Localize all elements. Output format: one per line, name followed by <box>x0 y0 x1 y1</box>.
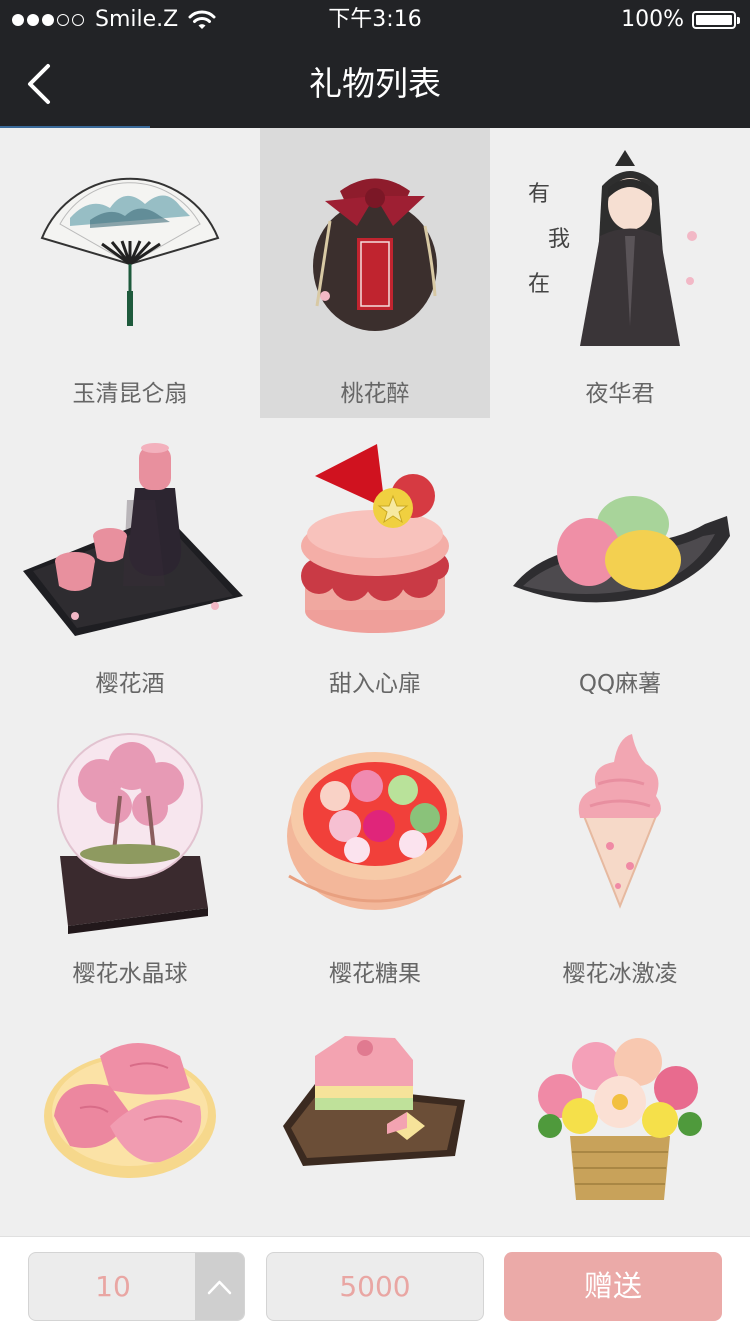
svg-text:我: 我 <box>548 227 570 252</box>
gift-item-mochi[interactable]: QQ麻薯 <box>490 418 750 708</box>
gift-item-fan[interactable]: 玉清昆仑扇 <box>0 128 260 418</box>
gift-name: 桃花醉 <box>340 381 410 407</box>
gift-grid: 玉清昆仑扇 桃花醉 有 我 在 夜华君 樱花酒 甜入心扉 QQ麻薯 樱花水晶球 … <box>0 128 750 1236</box>
gift-item-cake[interactable] <box>260 998 490 1236</box>
page-title: 礼物列表 <box>309 64 441 103</box>
top-bar: Smile.Z 下午3:16 100% 礼物列表 <box>0 0 750 128</box>
layer-cake-icon <box>283 1036 465 1166</box>
ice-cream-cone-icon <box>578 734 661 909</box>
quantity-stepper: 10 <box>28 1252 245 1321</box>
snow-globe-icon <box>57 733 208 934</box>
bottom-bar: 10 5000 赠送 <box>0 1236 750 1334</box>
gift-name: 樱花糖果 <box>329 961 421 987</box>
gift-item-ice-cream[interactable]: 樱花冰激凌 <box>490 708 750 998</box>
battery-percent: 100% <box>621 7 684 32</box>
status-bar: Smile.Z 下午3:16 100% <box>0 0 750 40</box>
gift-name: 樱花冰激凌 <box>562 961 678 987</box>
gift-name: 樱花水晶球 <box>72 961 188 987</box>
gift-item-wine-jar[interactable]: 桃花醉 <box>260 128 490 418</box>
gift-item-taiyaki[interactable] <box>0 998 260 1236</box>
gift-item-candy-box[interactable]: 樱花糖果 <box>260 708 490 998</box>
character-figure-icon: 有 我 在 <box>528 150 697 346</box>
folding-fan-icon <box>40 177 220 326</box>
svg-text:有: 有 <box>528 182 550 207</box>
gift-name: 夜华君 <box>585 381 655 407</box>
gift-name: 甜入心扉 <box>329 671 421 697</box>
quantity-up-button[interactable] <box>195 1253 244 1320</box>
gift-name: 玉清昆仑扇 <box>72 381 188 407</box>
mochi-plate-icon <box>513 496 730 603</box>
gift-name: QQ麻薯 <box>578 671 662 697</box>
send-button[interactable]: 赠送 <box>504 1252 722 1321</box>
battery-icon <box>692 11 740 29</box>
candy-box-icon <box>287 752 463 910</box>
gift-item-character[interactable]: 有 我 在 夜华君 <box>490 128 750 418</box>
gift-name: 樱花酒 <box>95 671 165 697</box>
svg-text:在: 在 <box>528 272 550 297</box>
price-display: 5000 <box>266 1252 484 1321</box>
navigation-bar: 礼物列表 <box>0 40 750 128</box>
chevron-up-icon <box>207 1280 232 1295</box>
gift-item-macaron[interactable]: 甜入心扉 <box>260 418 490 708</box>
gift-item-flower-basket[interactable] <box>490 998 750 1236</box>
sake-set-icon <box>23 443 243 636</box>
taiyaki-plate-icon <box>44 1043 216 1178</box>
gift-item-snow-globe[interactable]: 樱花水晶球 <box>0 708 260 998</box>
gift-item-sake[interactable]: 樱花酒 <box>0 418 260 708</box>
macaron-icon <box>301 444 449 633</box>
quantity-input[interactable]: 10 <box>29 1253 197 1320</box>
flower-basket-icon <box>538 1038 702 1200</box>
wine-jar-icon <box>313 178 437 331</box>
